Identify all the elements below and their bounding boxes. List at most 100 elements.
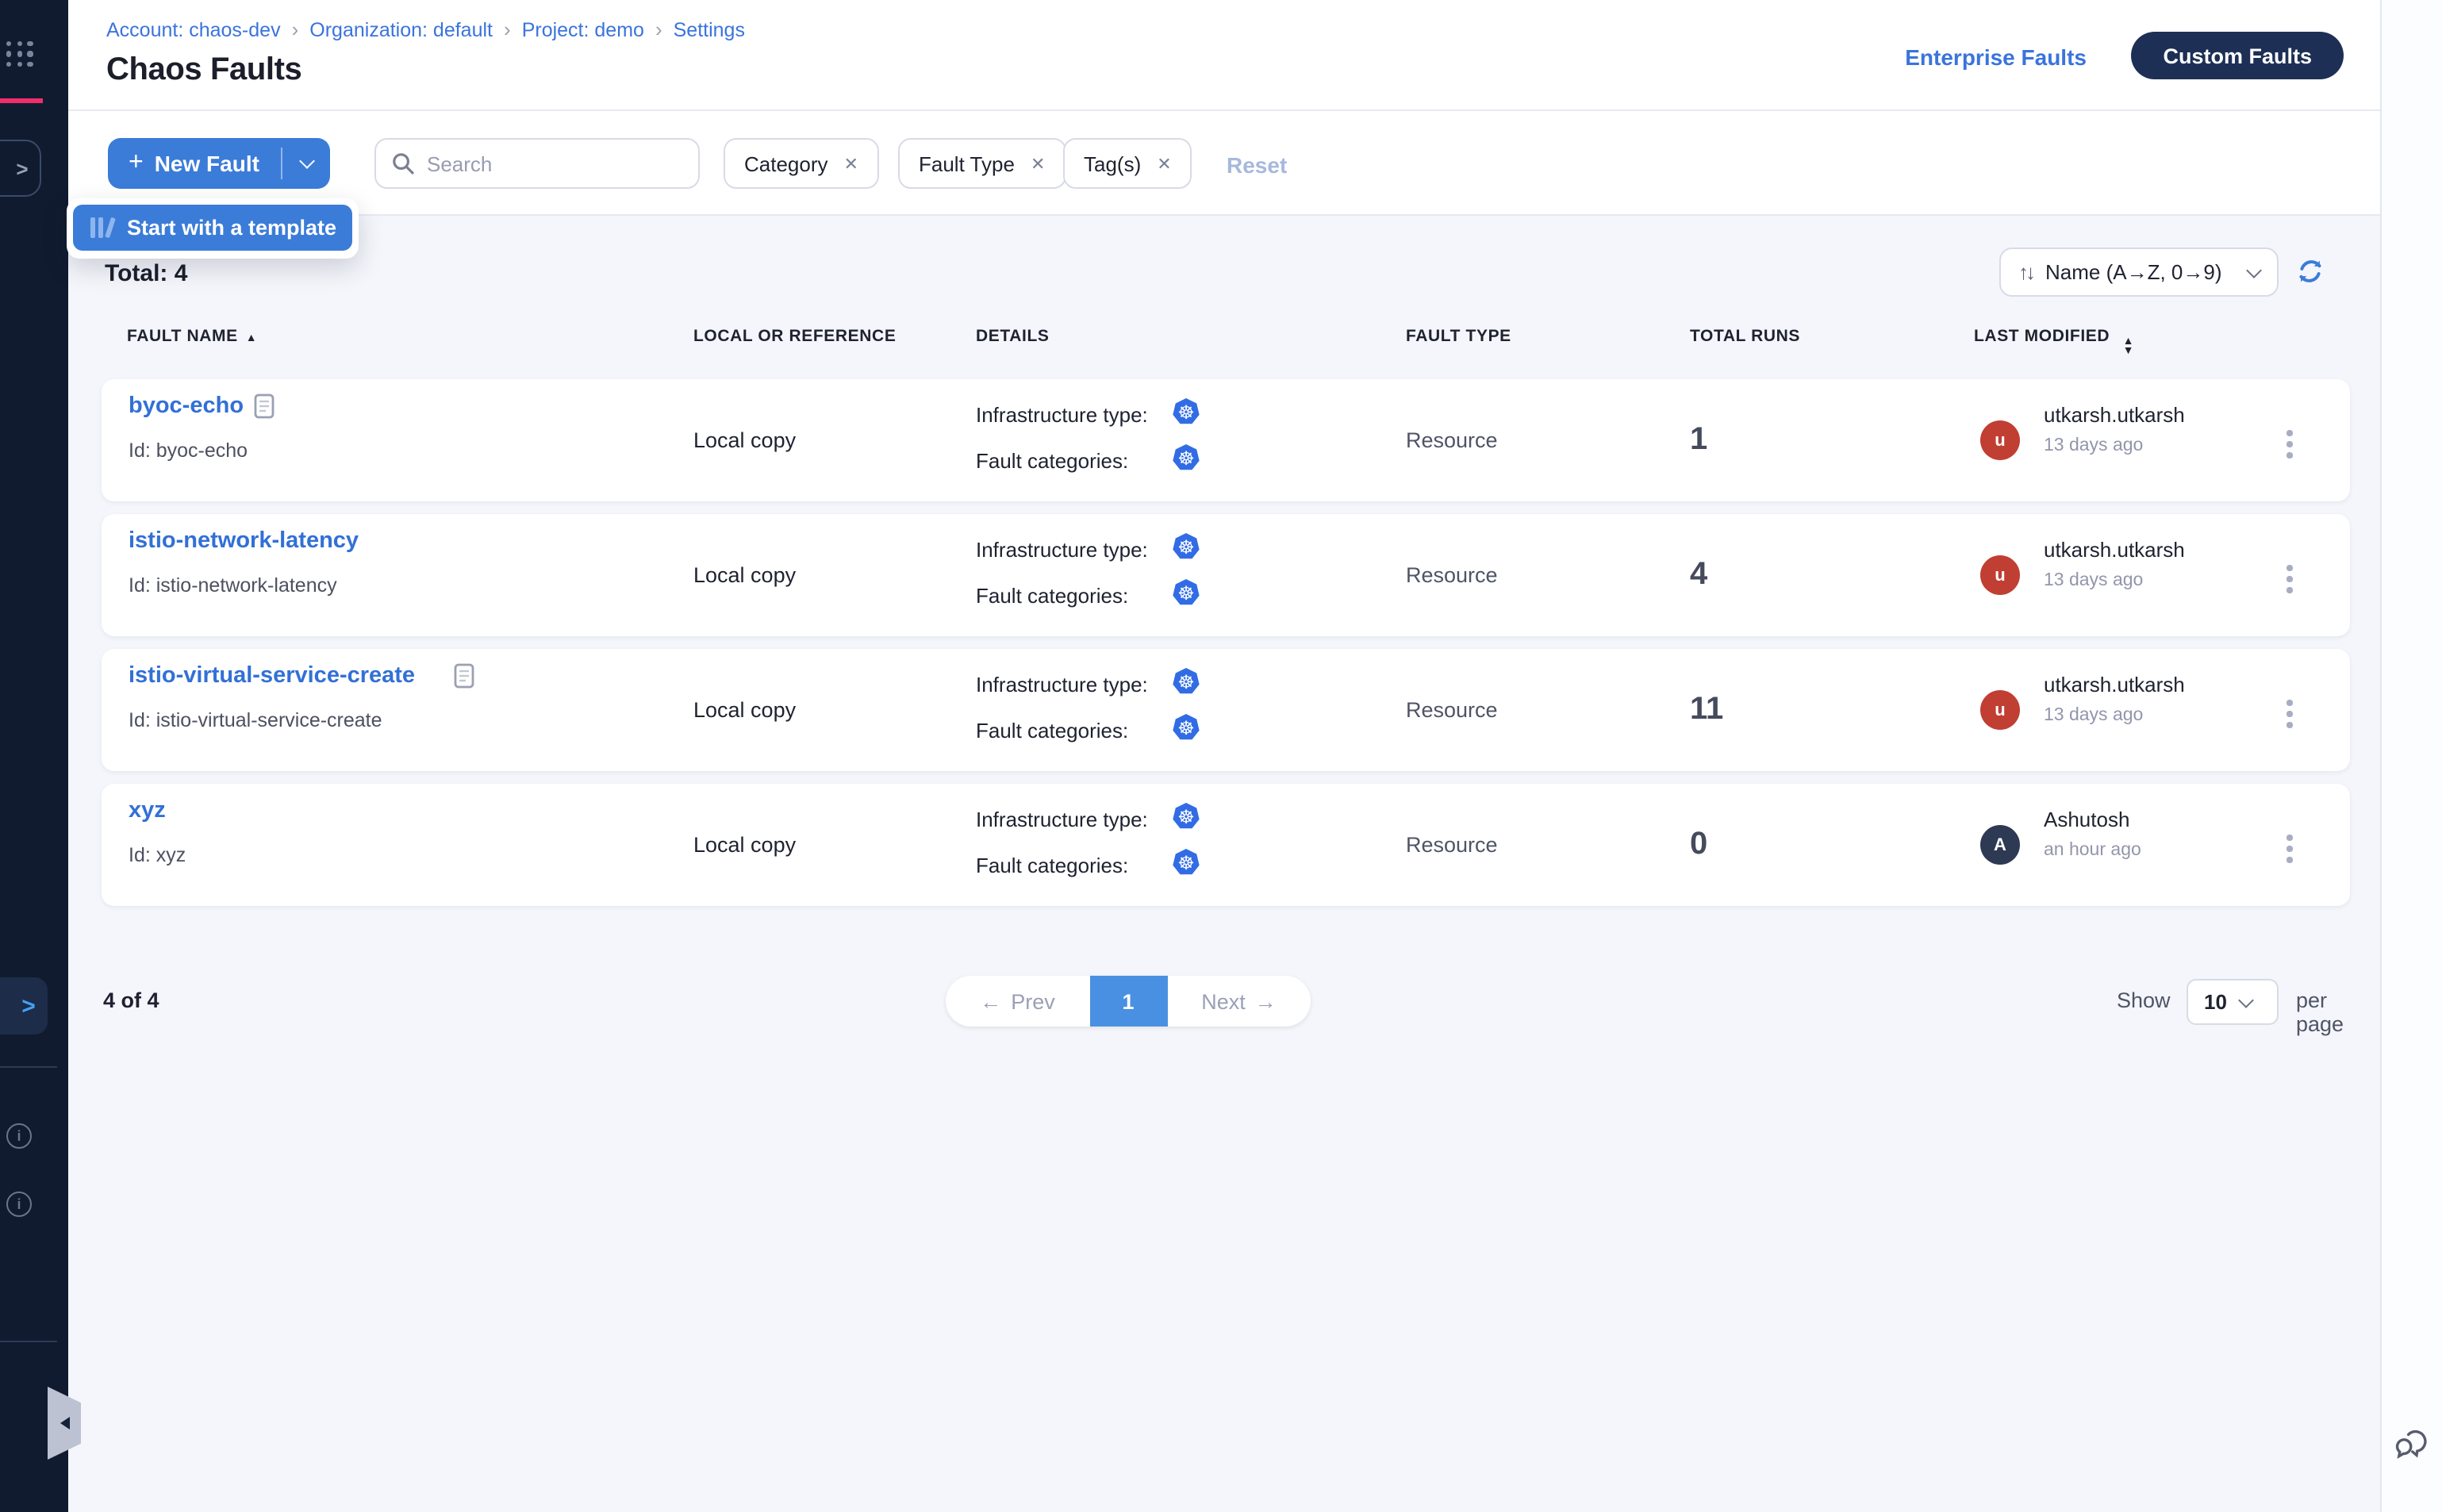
fault-type-value: Resource <box>1406 379 1498 501</box>
filter-tags-chip[interactable]: Tag(s) ✕ <box>1063 138 1192 189</box>
breadcrumb-account[interactable]: Account: chaos-dev <box>106 19 281 41</box>
avatar: u <box>1980 690 2020 730</box>
total-runs-value: 0 <box>1690 784 1707 906</box>
filter-label: Category <box>744 152 828 175</box>
fault-name-link[interactable]: istio-network-latency <box>129 528 359 554</box>
kubernetes-icon: ☸ <box>1173 398 1200 425</box>
total-count-label: Total: 4 <box>105 260 187 287</box>
breadcrumb-organization[interactable]: Organization: default <box>309 19 493 41</box>
modified-by-user: utkarsh.utkarsh <box>2044 403 2185 427</box>
sort-label: Name (A→Z, 0→9) <box>2045 260 2222 284</box>
chevron-right-icon: › <box>655 17 662 41</box>
sort-asc-icon: ▲ <box>246 333 257 344</box>
kubernetes-icon: ☸ <box>1173 668 1200 695</box>
local-or-reference-value: Local copy <box>693 379 796 501</box>
template-library-icon <box>90 217 113 238</box>
fault-id: Id: istio-network-latency <box>129 574 337 597</box>
show-label: Show <box>2117 988 2171 1012</box>
total-runs-value: 4 <box>1690 514 1707 636</box>
breadcrumb-project[interactable]: Project: demo <box>522 19 644 41</box>
kubernetes-icon: ☸ <box>1173 444 1200 471</box>
row-menu-button[interactable] <box>2280 558 2298 599</box>
filter-label: Fault Type <box>919 152 1015 175</box>
modified-time: 13 days ago <box>2044 436 2143 455</box>
apps-grid-icon[interactable] <box>6 41 33 67</box>
infra-type-label: Infrastructure type: <box>976 403 1148 427</box>
table-row: istio-virtual-service-create Id: istio-v… <box>102 649 2350 771</box>
page-header: Account: chaos-dev › Organization: defau… <box>68 0 2380 111</box>
breadcrumb-settings[interactable]: Settings <box>674 19 745 41</box>
pagination: ← Prev 1 Next → <box>946 976 1311 1027</box>
filter-fault-type-chip[interactable]: Fault Type ✕ <box>898 138 1065 189</box>
kubernetes-icon: ☸ <box>1173 849 1200 876</box>
fault-name-link[interactable]: xyz <box>129 798 166 823</box>
table-row: istio-network-latency Id: istio-network-… <box>102 514 2350 636</box>
filter-category-chip[interactable]: Category ✕ <box>724 138 879 189</box>
page-1-button[interactable]: 1 <box>1089 976 1167 1027</box>
modified-by-user: Ashutosh <box>2044 808 2129 831</box>
local-or-reference-value: Local copy <box>693 514 796 636</box>
row-menu-button[interactable] <box>2280 693 2298 734</box>
close-icon[interactable]: ✕ <box>1031 153 1045 174</box>
sidebar-divider <box>0 1066 57 1068</box>
filter-label: Tag(s) <box>1084 152 1141 175</box>
manifest-copy-icon[interactable] <box>454 663 474 697</box>
new-fault-button[interactable]: + New Fault <box>108 138 331 189</box>
new-fault-dropdown-button[interactable] <box>283 138 331 189</box>
col-last-modified[interactable]: LAST MODIFIED ▲▼ <box>1974 327 2134 357</box>
fault-id: Id: xyz <box>129 844 186 866</box>
fault-type-value: Resource <box>1406 784 1498 906</box>
col-fault-name[interactable]: FAULT NAME▲ <box>127 327 257 346</box>
avatar: u <box>1980 420 2020 460</box>
search-input[interactable] <box>374 138 700 189</box>
right-utility-strip <box>2380 0 2442 1512</box>
new-fault-main[interactable]: + New Fault <box>108 138 282 189</box>
page-size-dropdown[interactable]: 10 <box>2187 979 2279 1025</box>
total-runs-value: 11 <box>1690 649 1723 771</box>
breadcrumb: Account: chaos-dev › Organization: defau… <box>106 19 745 41</box>
result-count: 4 of 4 <box>103 988 159 1012</box>
modified-time: 13 days ago <box>2044 706 2143 725</box>
row-menu-button[interactable] <box>2280 424 2298 464</box>
sidebar-collapse-toggle[interactable]: > <box>0 977 48 1034</box>
refresh-button[interactable] <box>2296 257 2325 294</box>
kubernetes-icon: ☸ <box>1173 533 1200 560</box>
info-icon[interactable]: i <box>6 1192 32 1217</box>
enterprise-faults-link[interactable]: Enterprise Faults <box>1905 44 2087 70</box>
accent-line <box>0 98 43 103</box>
fault-type-value: Resource <box>1406 649 1498 771</box>
col-details: DETAILS <box>976 327 1050 346</box>
avatar: A <box>1980 825 2020 865</box>
search-icon <box>390 151 416 176</box>
fault-type-value: Resource <box>1406 514 1498 636</box>
arrow-right-icon: → <box>1255 989 1277 1013</box>
close-icon[interactable]: ✕ <box>1157 153 1171 174</box>
fault-name-link[interactable]: byoc-echo <box>129 393 244 419</box>
chaos-faults-page: > > i i Account: chaos-dev › Organizatio… <box>0 0 2442 1512</box>
fault-categories-label: Fault categories: <box>976 719 1128 743</box>
next-page-button[interactable]: Next → <box>1167 976 1311 1027</box>
fault-categories-label: Fault categories: <box>976 584 1128 608</box>
total-runs-value: 1 <box>1690 379 1707 501</box>
col-fault-type: FAULT TYPE <box>1406 327 1511 346</box>
fault-categories-label: Fault categories: <box>976 449 1128 473</box>
reset-filters-link[interactable]: Reset <box>1227 152 1287 178</box>
start-with-template-item[interactable]: Start with a template <box>73 205 352 251</box>
fault-list-content: Total: 4 ↑↓ Name (A→Z, 0→9) FAULT NAME▲ <box>68 216 2380 1512</box>
close-icon[interactable]: ✕ <box>844 153 858 174</box>
chevron-down-icon <box>299 153 315 169</box>
help-chat-icon[interactable] <box>2391 1422 2432 1471</box>
new-fault-dropdown-menu: Start with a template <box>67 198 359 259</box>
fault-id: Id: byoc-echo <box>129 439 248 462</box>
local-or-reference-value: Local copy <box>693 784 796 906</box>
prev-page-button[interactable]: ← Prev <box>946 976 1089 1027</box>
fault-name-link[interactable]: istio-virtual-service-create <box>129 663 415 689</box>
chevron-right-icon: › <box>504 17 511 41</box>
custom-faults-button[interactable]: Custom Faults <box>2131 32 2344 79</box>
manifest-copy-icon[interactable] <box>254 393 275 427</box>
info-icon[interactable]: i <box>6 1123 32 1149</box>
sidebar-expand-button[interactable]: > <box>0 140 41 197</box>
col-total-runs: TOTAL RUNS <box>1690 327 1800 346</box>
row-menu-button[interactable] <box>2280 828 2298 869</box>
sort-dropdown[interactable]: ↑↓ Name (A→Z, 0→9) <box>1999 248 2279 297</box>
